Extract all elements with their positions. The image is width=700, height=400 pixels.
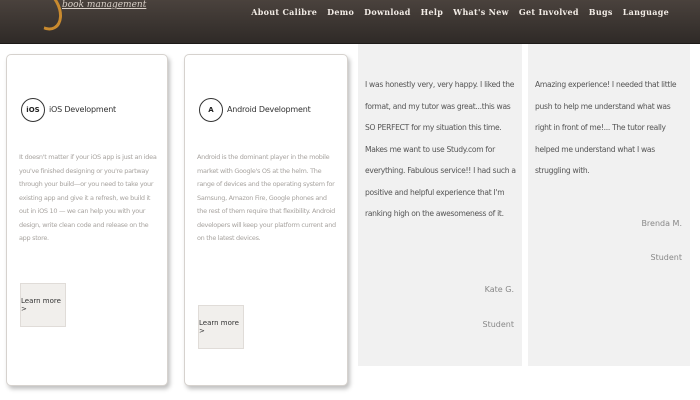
nav-get-involved[interactable]: Get Involved <box>519 7 579 17</box>
service-title: Android Development <box>227 105 311 114</box>
main-nav: About Calibre Demo Download Help What's … <box>251 7 669 17</box>
nav-about-calibre[interactable]: About Calibre <box>251 7 317 17</box>
nav-language[interactable]: Language <box>623 7 669 17</box>
testimonial-author: Brenda M. <box>641 219 682 228</box>
testimonial-author: Kate G. <box>484 285 514 294</box>
testimonial-card: Amazing experience! I needed that little… <box>528 44 690 366</box>
nav-whats-new[interactable]: What's New <box>453 7 509 17</box>
nav-demo[interactable]: Demo <box>327 7 354 17</box>
android-icon: A <box>199 98 223 122</box>
testimonial-quote: Amazing experience! I needed that little… <box>535 80 677 175</box>
service-card-android: A Android Development Android is the dom… <box>184 54 348 386</box>
testimonial-card: I was honestly very, very happy. I liked… <box>358 44 522 366</box>
service-title: iOS Development <box>49 105 116 114</box>
ios-icon: iOS <box>21 98 45 122</box>
site-tagline[interactable]: book management <box>62 0 146 10</box>
top-navigation-bar: book management About Calibre Demo Downl… <box>0 0 700 44</box>
nav-help[interactable]: Help <box>421 7 443 17</box>
learn-more-button[interactable]: Learn more > <box>198 305 244 349</box>
service-description: It doesn't matter if your iOS app is jus… <box>19 153 157 242</box>
service-card-ios: iOS iOS Development It doesn't matter if… <box>6 54 168 386</box>
testimonial-role: Student <box>650 253 683 262</box>
testimonial-role: Student <box>482 320 515 329</box>
testimonial-quote: I was honestly very, very happy. I liked… <box>365 80 516 218</box>
nav-bugs[interactable]: Bugs <box>589 7 613 17</box>
learn-more-button[interactable]: Learn more > <box>20 283 66 327</box>
nav-download[interactable]: Download <box>364 7 411 17</box>
service-description: Android is the dominant player in the mo… <box>197 153 336 242</box>
